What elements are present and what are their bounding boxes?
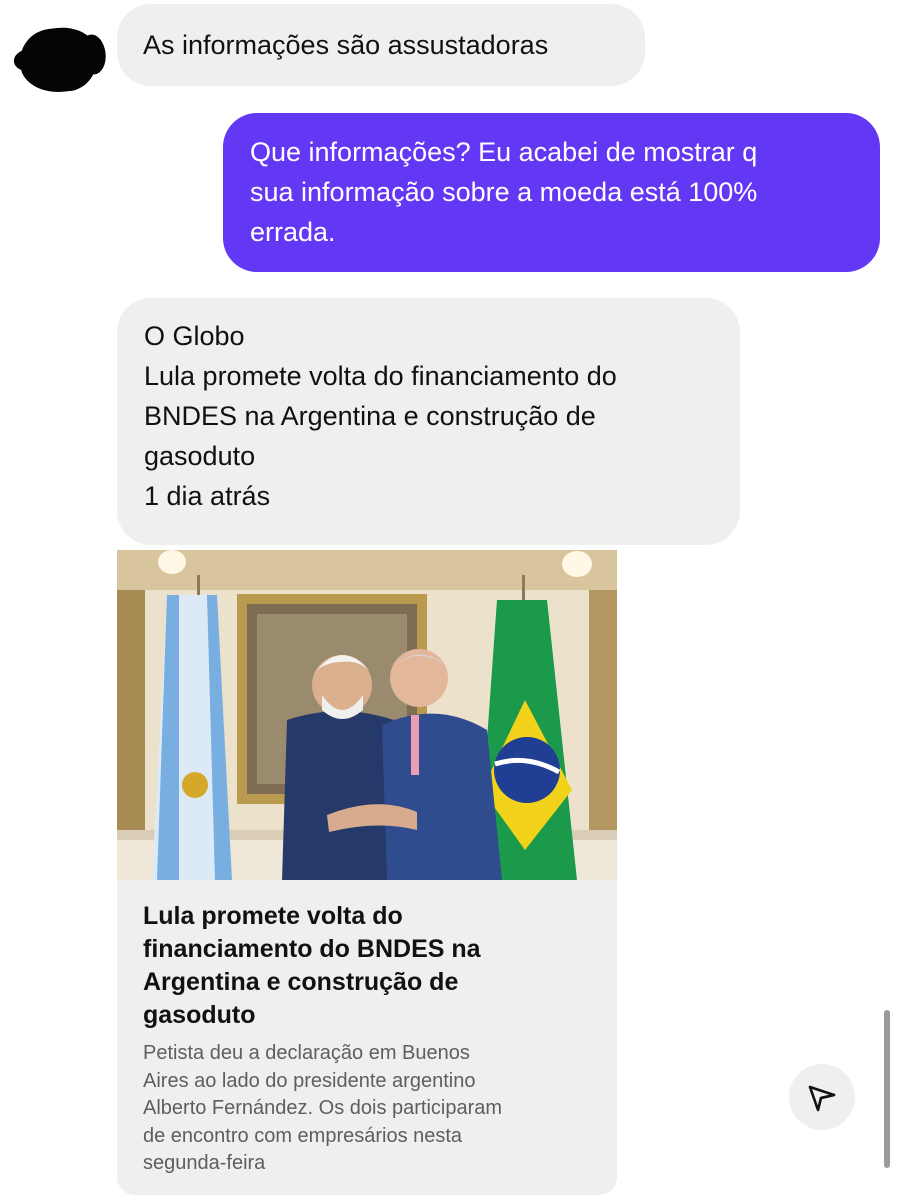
message-line: Que informações? Eu acabei de mostrar q	[250, 137, 758, 167]
lamp-icon	[562, 551, 592, 577]
message-text: As informações são assustadoras	[143, 30, 549, 60]
link-preview-image	[117, 550, 617, 880]
incoming-message-bubble[interactable]: O Globo Lula promete volta do financiame…	[117, 298, 740, 545]
link-preview-card[interactable]: Lula promete volta do financiamento do B…	[117, 550, 617, 1195]
paper-plane-icon	[808, 1085, 836, 1112]
avatar[interactable]	[16, 24, 102, 96]
link-preview-description: Petista deu a declaração em Buenos Aires…	[143, 1040, 603, 1178]
link-title-line: gasoduto	[143, 1001, 256, 1029]
message-line: gasoduto	[144, 441, 256, 471]
sun-of-may-icon	[182, 772, 208, 798]
share-button[interactable]	[789, 1064, 855, 1130]
incoming-message-bubble[interactable]: As informações são assustadoras	[117, 4, 645, 86]
link-desc-line: segunda-feira	[143, 1152, 266, 1174]
link-title-line: financiamento do BNDES na	[143, 935, 481, 963]
link-title-line: Lula promete volta do	[143, 902, 403, 930]
message-line: sua informação sobre a moeda está 100%	[250, 177, 758, 207]
message-line: errada.	[250, 217, 336, 247]
link-desc-line: Aires ao lado do presidente argentino	[143, 1069, 476, 1092]
link-desc-line: Alberto Fernández. Os dois participaram	[143, 1097, 503, 1119]
link-desc-line: Petista deu a declaração em Buenos	[143, 1042, 470, 1064]
message-line: BNDES na Argentina e construção de	[144, 401, 596, 431]
link-desc-line: de encontro com empresários nesta	[143, 1124, 463, 1147]
lamp-icon	[158, 550, 186, 574]
link-preview-title: Lula promete volta do financiamento do B…	[143, 900, 603, 1032]
outgoing-message-bubble[interactable]: Que informações? Eu acabei de mostrar q …	[223, 113, 880, 272]
message-line: Lula promete volta do financiamento do	[144, 361, 617, 391]
scrollbar[interactable]	[884, 1010, 890, 1168]
message-line: O Globo	[144, 321, 245, 351]
message-timestamp: 1 dia atrás	[144, 481, 271, 511]
link-title-line: Argentina e construção de	[143, 968, 459, 996]
